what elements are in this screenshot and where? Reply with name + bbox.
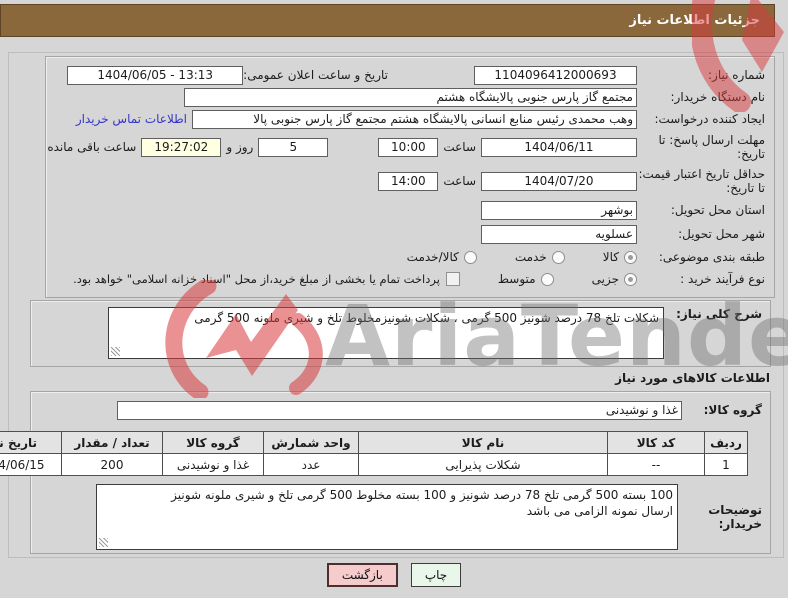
- radio-selected-icon: [624, 272, 637, 286]
- row-buyer-notes: توضیحات خریدار: 100 بسته 500 گرمی تلخ 78…: [39, 484, 762, 550]
- price-validity-label: حداقل تاریخ اعتبار قیمت: تا تاریخ:: [638, 167, 765, 195]
- col-header-code: کد کالا: [607, 431, 705, 454]
- cell-group: غذا و نوشیدنی: [162, 453, 264, 476]
- radio-option-goods-service[interactable]: کالا/خدمت: [407, 250, 477, 264]
- row-reply-deadline: مهلت ارسال پاسخ: تا تاریخ: 1404/06/11 سا…: [47, 130, 765, 164]
- buyer-org-input[interactable]: مجتمع گاز پارس جنوبی پالایشگاه هشتم: [184, 87, 637, 107]
- row-request-creator: ایجاد کننده درخواست: وهب محمدی رئیس مناب…: [55, 108, 765, 130]
- city-input[interactable]: عسلویه: [481, 224, 637, 244]
- goods-group-label: گروه کالا:: [703, 403, 762, 417]
- reply-deadline-time-input[interactable]: 10:00: [378, 137, 439, 157]
- cell-item-name: شکلات پذیرایی: [358, 453, 608, 476]
- row-need-number: شماره نیاز: 1104096412000693 تاریخ و ساع…: [55, 64, 765, 86]
- treasury-checkbox[interactable]: [445, 272, 460, 286]
- goods-section-title: اطلاعات کالاهای مورد نیاز: [615, 371, 770, 385]
- radio-option-service-label: خدمت: [514, 250, 547, 264]
- col-header-unit: واحد شمارش: [263, 431, 359, 454]
- cell-row-number: 1: [704, 453, 748, 476]
- need-number-input[interactable]: 1104096412000693: [474, 65, 637, 85]
- remaining-time-value: 19:27:02: [141, 137, 222, 157]
- goods-table: ردیف کد کالا نام کالا واحد شمارش گروه کا…: [0, 431, 748, 476]
- col-header-group: گروه کالا: [162, 431, 264, 454]
- goods-group-input[interactable]: غذا و نوشیدنی: [117, 400, 682, 420]
- reply-deadline-label: مهلت ارسال پاسخ: تا تاریخ:: [658, 133, 765, 161]
- need-number-label: شماره نیاز:: [708, 68, 765, 82]
- general-desc-textarea[interactable]: شکلات تلخ 78 درصد شونیز 500 گرمی ، شکلات…: [108, 307, 664, 359]
- process-type-label: نوع فرآیند خرید :: [680, 272, 765, 286]
- need-info-group: شماره نیاز: 1104096412000693 تاریخ و ساع…: [45, 56, 775, 298]
- row-subject-class: طبقه بندی موضوعی: کالا خدمت کالا/خدمت: [55, 246, 765, 268]
- radio-option-goods[interactable]: کالا: [603, 250, 637, 264]
- radio-icon: [540, 272, 554, 286]
- reply-deadline-hour-label: ساعت: [443, 140, 476, 154]
- row-province: استان محل تحویل: بوشهر: [55, 198, 765, 222]
- price-validity-hour-label: ساعت: [443, 174, 476, 188]
- buyer-notes-label: توضیحات خریدار:: [708, 503, 762, 531]
- row-process-type: نوع فرآیند خرید : جزیی متوسط پرداخت تمام…: [55, 268, 765, 290]
- general-desc-text: شکلات تلخ 78 درصد شونیز 500 گرمی ، شکلات…: [194, 311, 659, 325]
- buyer-org-label: نام دستگاه خریدار:: [670, 90, 766, 104]
- print-button[interactable]: چاپ: [410, 563, 462, 587]
- buyer-notes-line-2: ارسال نمونه الزامی می باشد: [526, 504, 673, 518]
- radio-option-goods-service-label: کالا/خدمت: [406, 250, 459, 264]
- row-price-validity: حداقل تاریخ اعتبار قیمت: تا تاریخ: 1404/…: [55, 164, 765, 198]
- announce-datetime-input[interactable]: 1404/06/05 - 13:13: [67, 65, 244, 85]
- row-buyer-org: نام دستگاه خریدار: مجتمع گاز پارس جنوبی …: [55, 86, 765, 108]
- resize-grip-icon[interactable]: [99, 538, 108, 547]
- row-goods-group: گروه کالا: غذا و نوشیدنی: [39, 398, 762, 422]
- buyer-notes-textarea[interactable]: 100 بسته 500 گرمی تلخ 78 درصد شونیز و 10…: [96, 484, 678, 550]
- cell-date: 1404/06/15: [0, 453, 62, 476]
- cell-item-code: --: [607, 453, 705, 476]
- col-header-row: ردیف: [704, 431, 748, 454]
- cell-qty: 200: [61, 453, 163, 476]
- remaining-days-label: روز و: [226, 140, 254, 154]
- radio-option-medium-label: متوسط: [497, 272, 536, 286]
- col-header-name: نام کالا: [358, 431, 608, 454]
- buyer-contact-link[interactable]: اطلاعات تماس خریدار: [76, 112, 187, 126]
- request-creator-input[interactable]: وهب محمدی رئیس منابع انسانی پالایشگاه هش…: [192, 109, 637, 129]
- general-desc-label: شرح کلی نیاز:: [676, 307, 762, 321]
- radio-option-medium[interactable]: متوسط: [498, 272, 554, 286]
- radio-option-minor-label: جزیی: [591, 272, 619, 286]
- price-validity-date-input[interactable]: 1404/07/20: [481, 171, 637, 191]
- radio-selected-icon: [624, 250, 637, 264]
- subject-class-label: طبقه بندی موضوعی:: [658, 250, 765, 264]
- buyer-notes-line-1: 100 بسته 500 گرمی تلخ 78 درصد شونیز و 10…: [171, 488, 673, 502]
- row-city: شهر محل تحویل: عسلویه: [55, 222, 765, 246]
- radio-option-goods-label: کالا: [602, 250, 619, 264]
- col-header-date: تاریخ نیاز: [0, 431, 62, 454]
- footer-buttons: چاپ بازگشت: [0, 563, 788, 587]
- radio-icon: [463, 250, 477, 264]
- province-input[interactable]: بوشهر: [481, 200, 637, 220]
- radio-icon: [551, 250, 565, 264]
- treasury-note: پرداخت تمام یا بخشی از مبلغ خرید،از محل …: [73, 272, 440, 286]
- radio-option-minor[interactable]: جزیی: [592, 272, 637, 286]
- radio-option-service[interactable]: خدمت: [515, 250, 565, 264]
- request-creator-label: ایجاد کننده درخواست:: [654, 112, 765, 126]
- announce-datetime-label: تاریخ و ساعت اعلان عمومی:: [243, 68, 388, 82]
- remaining-days-input[interactable]: 5: [258, 137, 329, 157]
- treasury-option[interactable]: پرداخت تمام یا بخشی از مبلغ خرید،از محل …: [73, 272, 460, 286]
- page-title: جزئیات اطلاعات نیاز: [0, 4, 775, 37]
- city-label: شهر محل تحویل:: [678, 227, 765, 241]
- remaining-time-label: ساعت باقی مانده: [47, 140, 137, 154]
- back-button[interactable]: بازگشت: [326, 563, 398, 587]
- goods-info-group: گروه کالا: غذا و نوشیدنی ردیف کد کالا نا…: [0, 391, 771, 554]
- price-validity-time-input[interactable]: 14:00: [378, 171, 439, 191]
- goods-table-header-row: ردیف کد کالا نام کالا واحد شمارش گروه کا…: [0, 431, 748, 454]
- table-row[interactable]: 1 -- شکلات پذیرایی عدد غذا و نوشیدنی 200…: [0, 453, 748, 476]
- resize-grip-icon[interactable]: [111, 347, 120, 356]
- reply-deadline-date-input[interactable]: 1404/06/11: [481, 137, 637, 157]
- province-label: استان محل تحویل:: [670, 203, 765, 217]
- cell-unit: عدد: [263, 453, 359, 476]
- col-header-qty: تعداد / مقدار: [61, 431, 163, 454]
- general-desc-group: شرح کلی نیاز: شکلات تلخ 78 درصد شونیز 50…: [30, 300, 771, 367]
